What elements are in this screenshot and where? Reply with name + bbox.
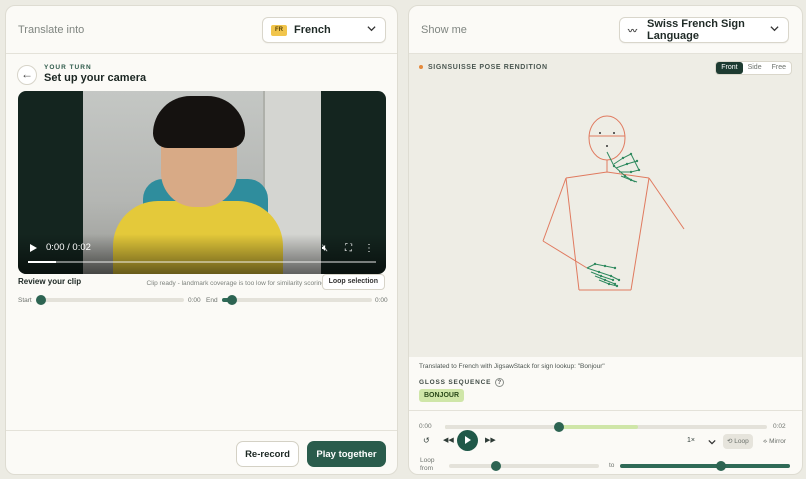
end-value: 0:00: [375, 297, 388, 304]
gloss-chip[interactable]: BONJOUR: [419, 389, 465, 402]
pose-stage[interactable]: SIGNSUISSE POSE RENDITION Front Side Fre…: [409, 54, 802, 357]
replay-icon[interactable]: ↺: [423, 436, 430, 445]
player-time-end: 0:02: [773, 423, 786, 430]
video-time: 0:00 / 0:02: [46, 242, 91, 253]
view-front-button[interactable]: Front: [716, 62, 743, 74]
left-footer: Re-record Play together: [6, 430, 397, 474]
player-time-start: 0:00: [419, 423, 432, 430]
chevron-down-icon: [367, 26, 376, 32]
play-together-button[interactable]: Play together: [307, 441, 386, 467]
play-icon: [465, 436, 471, 444]
pose-player: 0:00 0:02 ↺ ◀◀ ▶▶ 1× ⟲ Loop ⟡ Mirror Loo…: [409, 410, 802, 474]
chevron-down-icon[interactable]: [708, 438, 716, 446]
show-me-panel: Show me 〰 Swiss French Sign Language SIG…: [408, 5, 803, 475]
play-button[interactable]: [457, 430, 478, 451]
volume-icon[interactable]: 🔇︎: [322, 243, 328, 254]
view-side-button[interactable]: Side: [743, 62, 767, 74]
page-title: Set up your camera: [44, 72, 147, 84]
translation-text: Translated to French with JigsawStack fo…: [419, 363, 605, 370]
loop-selection-button[interactable]: Loop selection: [321, 274, 385, 290]
help-icon[interactable]: ?: [495, 378, 505, 387]
review-clip-label: Review your clip: [18, 277, 82, 286]
status-dot-icon: [419, 65, 423, 70]
video-controls: 0:00 / 0:02 🔇︎ ⛶ ⋮: [18, 234, 386, 274]
end-label: End: [206, 297, 218, 304]
pose-skeleton: [542, 115, 685, 291]
pose-rendition-label: SIGNSUISSE POSE RENDITION: [419, 64, 548, 71]
back-arrow-button[interactable]: ←: [17, 65, 37, 85]
fast-forward-icon[interactable]: ▶▶: [485, 436, 496, 444]
end-slider-handle[interactable]: [227, 295, 237, 305]
loop-from-slider[interactable]: [449, 461, 599, 471]
step-eyebrow: YOUR TURN: [44, 64, 92, 71]
loop-to-label: to: [609, 462, 615, 469]
start-value: 0:00: [188, 297, 201, 304]
person-hair: [153, 96, 245, 148]
sign-language-select[interactable]: 〰 Swiss French Sign Language: [619, 17, 789, 43]
mirror-toggle[interactable]: ⟡ Mirror: [759, 434, 790, 449]
camera-video-player[interactable]: 0:00 / 0:02 🔇︎ ⛶ ⋮: [18, 91, 386, 274]
start-slider[interactable]: [36, 295, 184, 305]
player-progress-bar[interactable]: [445, 422, 767, 432]
start-slider-handle[interactable]: [36, 295, 46, 305]
language-select[interactable]: FR French: [262, 17, 386, 43]
loop-to-slider[interactable]: [620, 461, 790, 471]
language-select-value: French: [294, 24, 331, 36]
sign-hand-icon: 〰: [628, 25, 638, 36]
view-free-button[interactable]: Free: [767, 62, 791, 74]
more-options-icon[interactable]: ⋮: [364, 243, 374, 254]
loop-toggle[interactable]: ⟲ Loop: [723, 434, 753, 449]
start-label: Start: [18, 297, 32, 304]
french-flag-icon: FR: [271, 24, 287, 36]
view-toggle[interactable]: Front Side Free: [715, 61, 792, 75]
show-me-label: Show me: [421, 24, 467, 36]
clip-status-text: Clip ready - landmark coverage is too lo…: [146, 280, 325, 287]
translate-into-label: Translate into: [18, 24, 85, 36]
gloss-sequence-label: GLOSS SEQUENCE?: [419, 378, 505, 387]
video-progress-bar[interactable]: [28, 261, 376, 263]
loop-from-label: Loop from: [420, 457, 435, 472]
right-header: Show me 〰 Swiss French Sign Language: [409, 6, 802, 54]
loop-from-handle[interactable]: [491, 461, 501, 471]
speed-select[interactable]: 1×: [687, 437, 695, 444]
translate-panel: Translate into FR French ← YOUR TURN Set…: [5, 5, 398, 475]
rewind-icon[interactable]: ◀◀: [443, 436, 454, 444]
end-slider[interactable]: [222, 295, 372, 305]
chevron-down-icon: [770, 26, 779, 32]
re-record-button[interactable]: Re-record: [236, 441, 299, 467]
left-header: Translate into FR French: [6, 6, 397, 54]
fullscreen-icon[interactable]: ⛶: [345, 243, 352, 254]
sign-language-value: Swiss French Sign Language: [647, 18, 745, 42]
video-play-icon[interactable]: [30, 244, 37, 252]
loop-to-handle[interactable]: [716, 461, 726, 471]
player-progress-handle[interactable]: [554, 422, 564, 432]
